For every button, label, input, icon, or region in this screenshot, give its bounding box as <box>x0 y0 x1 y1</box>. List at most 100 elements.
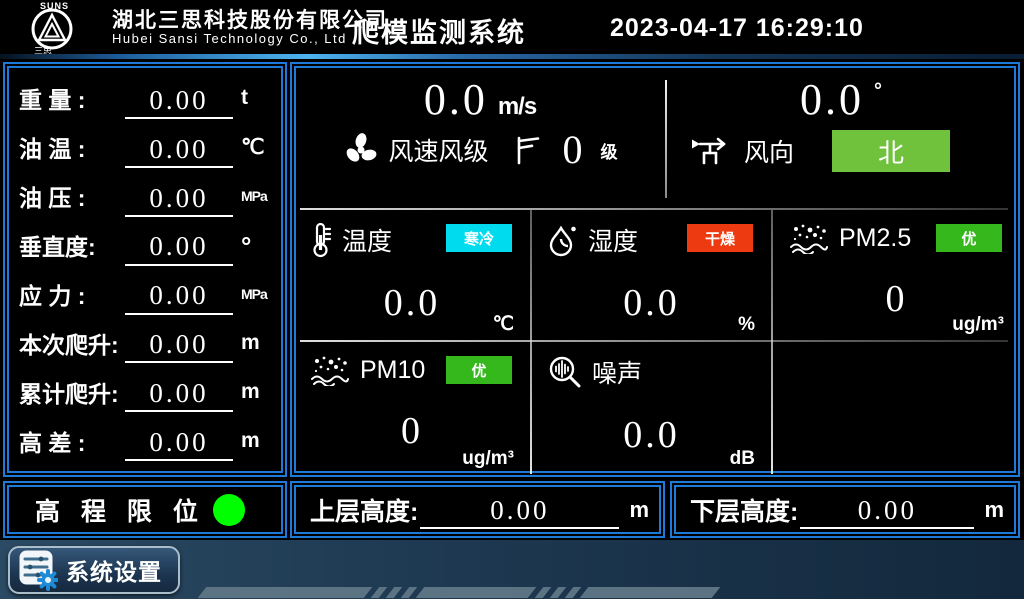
pm10-status-badge: 优 <box>446 356 512 384</box>
company-name-en: Hubei Sansi Technology Co., Ltd <box>112 31 347 46</box>
weight-label: 重 量 : <box>19 81 125 115</box>
row-total-climb: 累计爬升: 0.00 m <box>13 367 277 416</box>
row-stress: 应 力 : 0.00 MPa <box>13 270 277 319</box>
upper-height-unit: m <box>629 497 649 523</box>
noise-icon <box>548 355 582 389</box>
oil-pressure-value: 0.00 <box>125 184 233 217</box>
row-verticality: 垂直度: 0.00 ° <box>13 221 277 270</box>
height-diff-label: 高 差 : <box>19 424 125 458</box>
wind-level-flag-icon <box>513 134 541 166</box>
weight-unit: t <box>241 86 275 110</box>
lower-height-unit: m <box>984 497 1004 523</box>
thermometer-icon <box>310 222 332 258</box>
elevation-limit-status-indicator <box>213 494 245 526</box>
pm10-cell: PM10 优 0 ug/m³ <box>296 342 528 474</box>
wind-level-value: 0 <box>563 130 583 170</box>
oil-pressure-unit: MPa <box>241 188 275 204</box>
humidity-cell: 湿度 干燥 0.0 % <box>534 210 769 340</box>
wind-direction-unit: ° <box>874 80 882 103</box>
row-oil-temp: 油 温 : 0.00 ℃ <box>13 123 277 172</box>
settings-sliders-gear-icon <box>18 549 58 591</box>
row-oil-pressure: 油 压 : 0.00 MPa <box>13 172 277 221</box>
temperature-cell: 温度 寒冷 0.0 ℃ <box>296 210 528 340</box>
fan-icon <box>342 131 380 169</box>
system-settings-button[interactable]: 系统设置 <box>8 546 180 594</box>
elevation-limit-label: 高 程 限 位 <box>35 492 205 528</box>
wind-direction-value: 0.0 <box>800 78 864 122</box>
total-climb-unit: m <box>241 380 275 404</box>
datetime-display: 2023-04-17 16:29:10 <box>610 14 864 43</box>
stress-value: 0.00 <box>125 281 233 314</box>
pm10-value: 0 <box>296 412 528 450</box>
lower-height-label: 下层高度: <box>690 492 798 528</box>
wind-speed-label: 风速风级 <box>388 132 488 168</box>
grid-line-vertical-right <box>771 210 773 474</box>
company-name-cn: 湖北三思科技股份有限公司 <box>112 4 388 34</box>
humidity-label: 湿度 <box>588 222 638 258</box>
upper-height-label: 上层高度: <box>310 492 418 528</box>
total-climb-value: 0.00 <box>125 379 233 412</box>
verticality-unit: ° <box>241 231 275 262</box>
wind-direction-section: 0.0 ° 风向 北 <box>668 68 1014 208</box>
upper-height-value: 0.00 <box>420 496 619 529</box>
row-weight: 重 量 : 0.00 t <box>13 74 277 123</box>
wind-speed-value: 0.0 <box>424 78 488 122</box>
humidity-value: 0.0 <box>534 284 769 322</box>
verticality-value: 0.00 <box>125 232 233 265</box>
header-divider <box>0 54 1024 59</box>
row-height-diff: 高 差 : 0.00 m <box>13 416 277 465</box>
header: SUNS 三思 湖北三思科技股份有限公司 Hubei Sansi Technol… <box>0 0 1024 54</box>
wind-level-unit: 级 <box>601 138 618 163</box>
noise-unit: dB <box>730 448 755 470</box>
pm10-label: PM10 <box>360 356 425 385</box>
oil-temp-value: 0.00 <box>125 135 233 168</box>
droplet-icon <box>548 223 578 257</box>
current-climb-unit: m <box>241 331 275 355</box>
lower-height-value: 0.00 <box>800 496 974 529</box>
upper-height-box: 上层高度: 0.00 m <box>290 481 665 538</box>
total-climb-label: 累计爬升: <box>19 375 125 409</box>
temperature-label: 温度 <box>342 222 392 258</box>
wind-speed-section: 0.0 m/s 风速风级 <box>296 68 664 208</box>
lower-height-box: 下层高度: 0.00 m <box>670 481 1020 538</box>
weight-value: 0.00 <box>125 86 233 119</box>
pm10-unit: ug/m³ <box>462 448 514 470</box>
elevation-limit-panel: 高 程 限 位 <box>3 481 287 538</box>
footer-stripes-decoration <box>198 587 721 598</box>
temperature-unit: ℃ <box>493 313 514 336</box>
particles-icon <box>310 354 350 386</box>
wind-direction-button[interactable]: 北 <box>832 130 950 172</box>
grid-line-vertical-left <box>530 210 532 474</box>
temperature-status-badge: 寒冷 <box>446 224 512 252</box>
current-climb-label: 本次爬升: <box>19 326 125 360</box>
pm25-cell: PM2.5 优 0 ug/m³ <box>775 210 1018 340</box>
pm25-value: 0 <box>775 280 1018 318</box>
particles-icon <box>789 222 829 254</box>
wind-vane-icon <box>690 135 734 167</box>
humidity-unit: % <box>738 314 755 336</box>
current-climb-value: 0.00 <box>125 330 233 363</box>
pm25-status-badge: 优 <box>936 224 1002 252</box>
pm25-label: PM2.5 <box>839 224 911 253</box>
measurement-panel: 重 量 : 0.00 t 油 温 : 0.00 ℃ 油 压 : 0.00 MPa… <box>3 62 287 477</box>
verticality-label: 垂直度: <box>19 228 125 262</box>
bottom-bar: 系统设置 <box>0 540 1024 599</box>
noise-cell: 噪声 0.0 dB <box>534 342 769 474</box>
humidity-status-badge: 干燥 <box>687 224 753 252</box>
height-diff-unit: m <box>241 429 275 453</box>
oil-temp-label: 油 温 : <box>19 130 125 164</box>
wind-direction-label: 风向 <box>744 133 794 169</box>
page-title: 爬模监测系统 <box>352 11 526 50</box>
noise-label: 噪声 <box>592 354 642 390</box>
company-logo: SUNS 三思 <box>28 0 108 54</box>
oil-pressure-label: 油 压 : <box>19 179 125 213</box>
settings-button-label: 系统设置 <box>66 553 162 587</box>
wind-section-divider <box>665 80 667 198</box>
environment-panel: 0.0 m/s 风速风级 <box>290 62 1020 477</box>
pm25-unit: ug/m³ <box>952 314 1004 336</box>
height-diff-value: 0.00 <box>125 428 233 461</box>
oil-temp-unit: ℃ <box>241 135 275 160</box>
wind-speed-unit: m/s <box>498 93 536 121</box>
stress-label: 应 力 : <box>19 277 125 311</box>
row-current-climb: 本次爬升: 0.00 m <box>13 318 277 367</box>
